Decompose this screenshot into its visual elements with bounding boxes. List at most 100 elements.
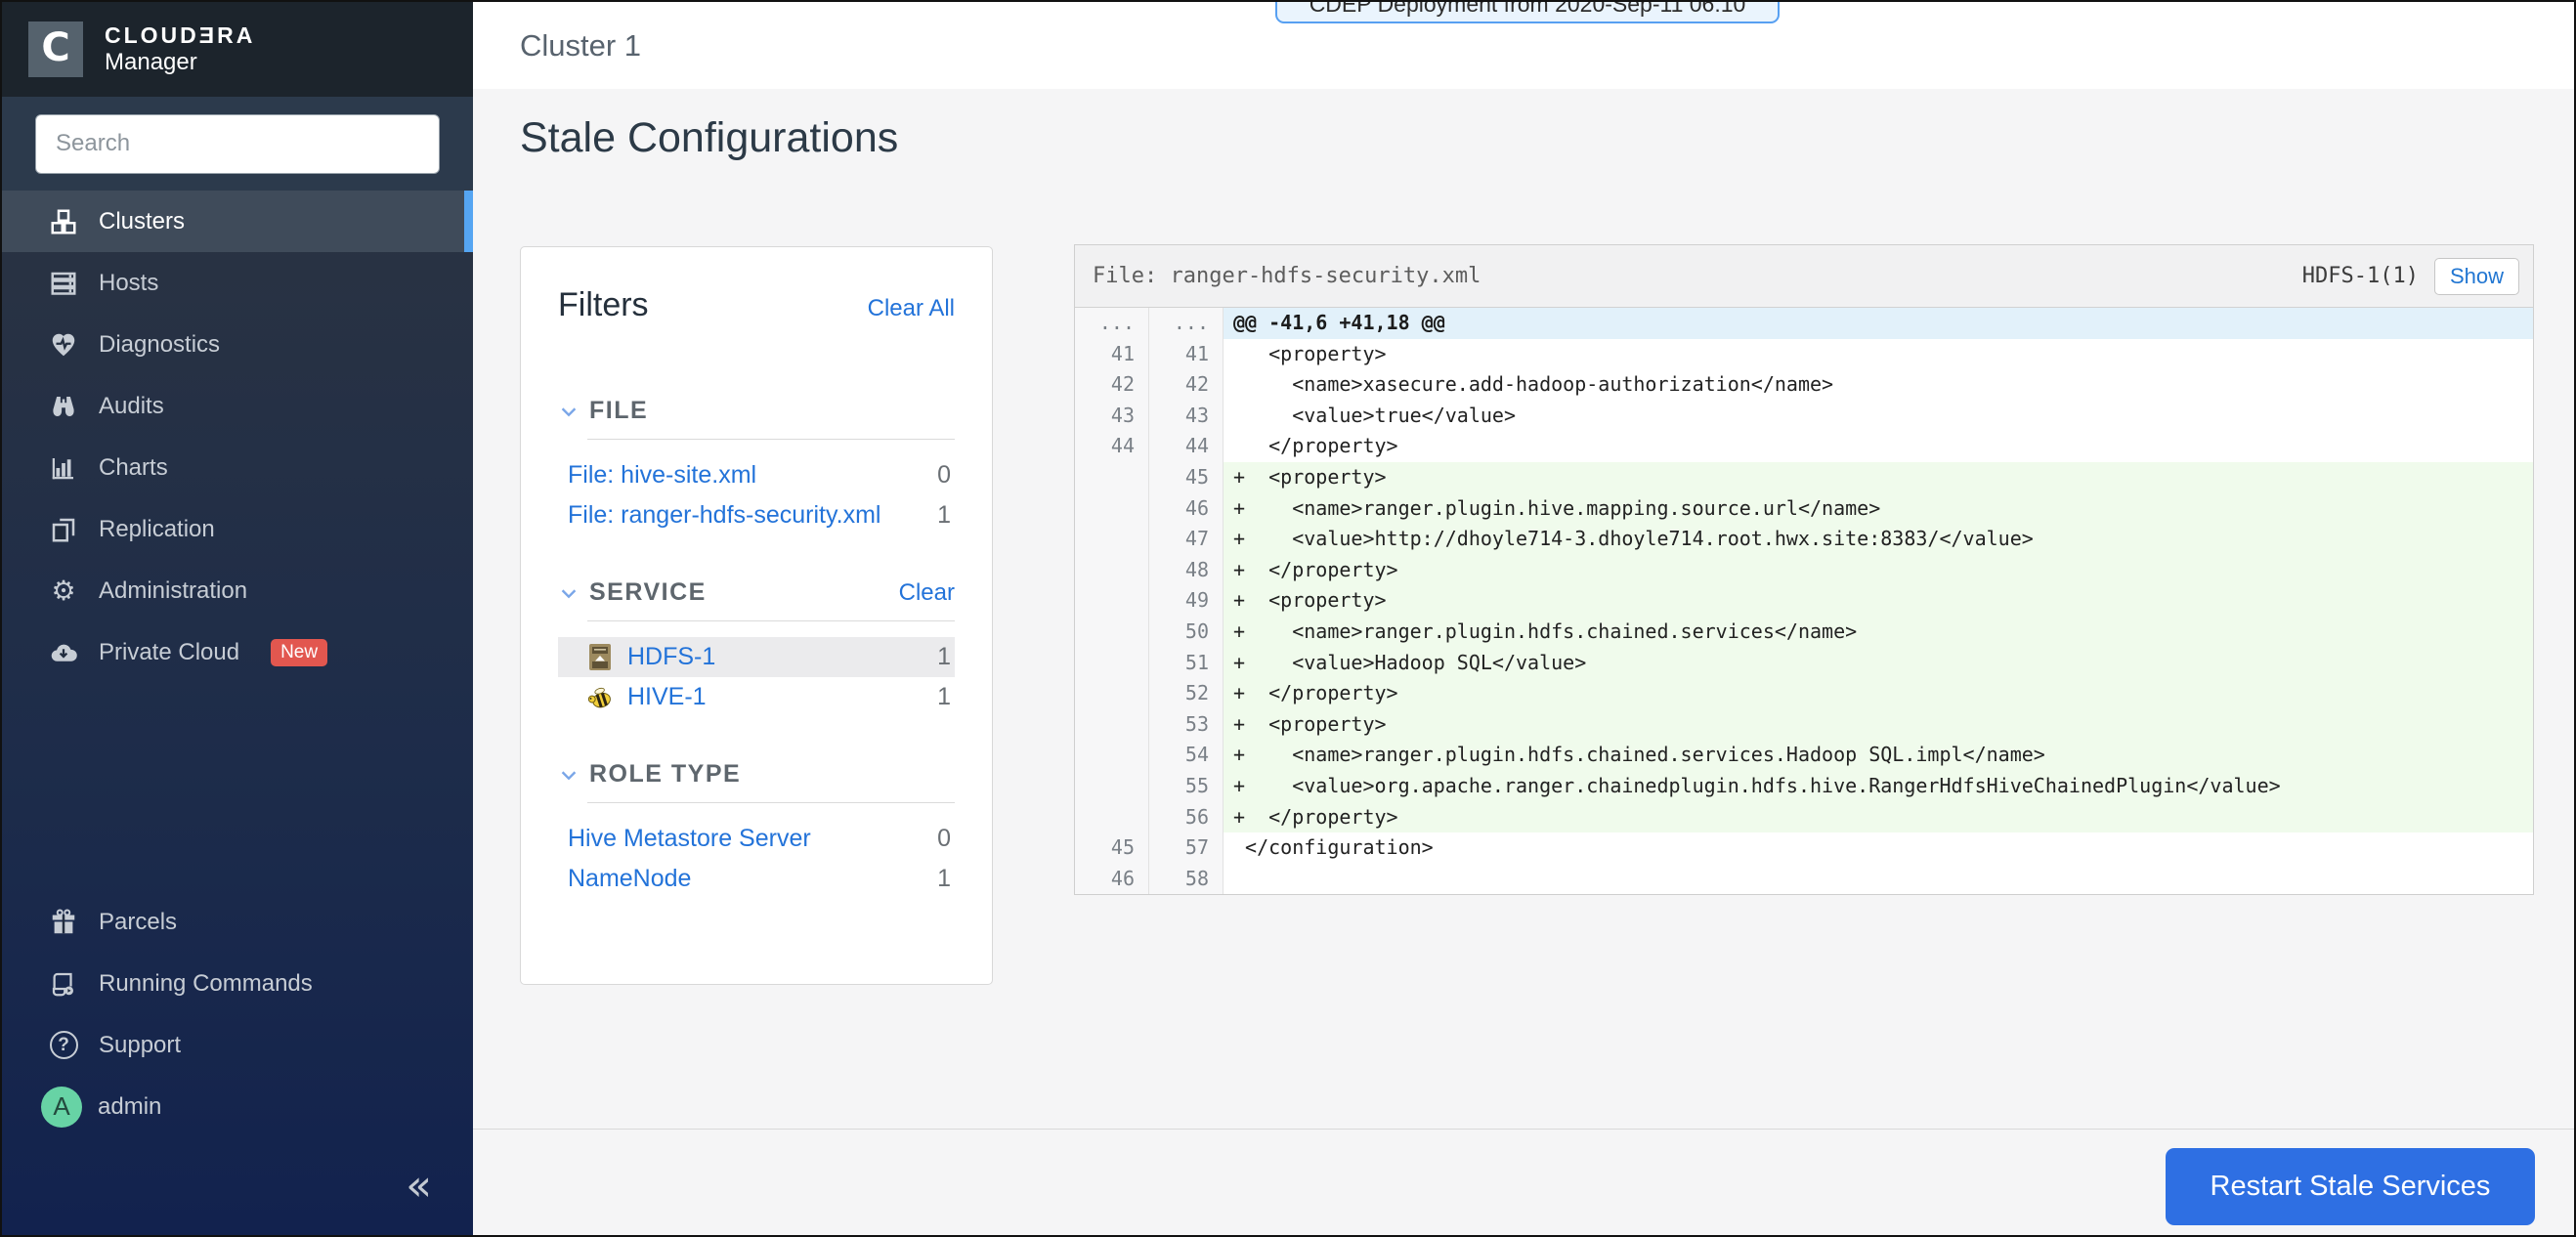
- sidebar-item-label: Support: [99, 1032, 181, 1059]
- collapse-sidebar-icon[interactable]: «: [406, 1165, 432, 1208]
- sidebar-item-private-cloud[interactable]: Private Cloud New: [2, 621, 473, 683]
- search-input[interactable]: [35, 114, 440, 174]
- filter-count: 1: [937, 501, 951, 530]
- filter-item: NameNode 1: [558, 859, 955, 899]
- diff-code: @@ -41,6 +41,18 @@: [1224, 308, 2533, 339]
- page-title: Stale Configurations: [520, 114, 898, 162]
- sidebar-item-charts[interactable]: Charts: [2, 437, 473, 498]
- sidebar-item-label: Running Commands: [99, 970, 313, 998]
- diff-row-added: 47+ <value>http://dhoyle714-3.dhoyle714.…: [1075, 524, 2533, 555]
- sidebar-item-admin[interactable]: A admin: [2, 1076, 473, 1137]
- filters-title: Filters: [558, 286, 649, 324]
- help-circle-icon: ?: [48, 1030, 79, 1061]
- sidebar-item-diagnostics[interactable]: Diagnostics: [2, 314, 473, 375]
- sidebar: C CLOUDƎRA Manager Clusters: [2, 2, 473, 1235]
- diff-new-lineno: 54: [1149, 740, 1224, 771]
- filter-link-ranger-hdfs-security[interactable]: File: ranger-hdfs-security.xml: [568, 501, 880, 530]
- sidebar-item-clusters[interactable]: Clusters: [2, 191, 473, 252]
- diff-code: + <property>: [1224, 709, 2533, 741]
- filter-link-hdfs-1[interactable]: HDFS-1: [627, 643, 715, 671]
- diff-old-lineno: 46: [1075, 864, 1149, 895]
- diff-old-lineno: 45: [1075, 832, 1149, 864]
- diff-new-lineno: 51: [1149, 648, 1224, 679]
- cloud-download-icon: [48, 637, 79, 668]
- chevron-down-icon[interactable]: [558, 764, 580, 786]
- diff-header: File: ranger-hdfs-security.xml HDFS-1(1)…: [1075, 245, 2533, 308]
- sidebar-item-label: Clusters: [99, 208, 185, 235]
- clear-all-link[interactable]: Clear All: [868, 295, 955, 322]
- diff-old-lineno: [1075, 585, 1149, 617]
- diff-table: ......@@ -41,6 +41,18 @@ 4141 <property>…: [1075, 308, 2533, 894]
- filter-link-hive-1[interactable]: HIVE-1: [627, 683, 707, 711]
- diff-new-lineno: 44: [1149, 431, 1224, 462]
- diff-row-added: 49+ <property>: [1075, 585, 2533, 617]
- diff-row-added: 51+ <value>Hadoop SQL</value>: [1075, 648, 2533, 679]
- diff-old-lineno: [1075, 802, 1149, 833]
- sidebar-item-replication[interactable]: Replication: [2, 498, 473, 560]
- sidebar-item-label: Charts: [99, 454, 168, 482]
- chevron-down-icon[interactable]: [558, 401, 580, 422]
- sidebar-footer: «: [2, 1137, 473, 1235]
- sidebar-item-support[interactable]: ? Support: [2, 1014, 473, 1076]
- filter-count: 1: [937, 865, 951, 893]
- diff-new-lineno: 57: [1149, 832, 1224, 864]
- chevron-down-icon[interactable]: [558, 582, 580, 604]
- diff-row: 4141 <property>: [1075, 339, 2533, 370]
- diff-code: <property>: [1224, 339, 2533, 370]
- charts-icon: [48, 452, 79, 484]
- clear-service-link[interactable]: Clear: [899, 579, 955, 607]
- filter-count: 1: [937, 643, 951, 671]
- sidebar-item-audits[interactable]: Audits: [2, 375, 473, 437]
- sidebar-item-running-commands[interactable]: Running Commands: [2, 953, 473, 1014]
- avatar: A: [41, 1087, 82, 1128]
- diff-row: 4557 </configuration>: [1075, 832, 2533, 864]
- diff-code: + <value>org.apache.ranger.chainedplugin…: [1224, 771, 2533, 802]
- filter-section-heading: SERVICE: [589, 578, 707, 607]
- brand-header: C CLOUDƎRA Manager: [2, 2, 473, 97]
- diff-new-lineno: 47: [1149, 524, 1224, 555]
- diff-new-lineno: 56: [1149, 802, 1224, 833]
- replication-icon: [48, 514, 79, 545]
- filter-link-hive-site[interactable]: File: hive-site.xml: [568, 461, 756, 490]
- diff-code: [1224, 864, 2533, 895]
- filter-section-file: FILE File: hive-site.xml 0 File: ranger-…: [558, 397, 955, 535]
- diff-old-lineno: 41: [1075, 339, 1149, 370]
- sidebar-item-label: Private Cloud: [99, 639, 239, 666]
- brand-product: Manager: [105, 49, 255, 76]
- sidebar-item-label: Diagnostics: [99, 331, 220, 359]
- diff-old-lineno: 42: [1075, 369, 1149, 401]
- diff-row-added: 56+ </property>: [1075, 802, 2533, 833]
- filter-link-hive-metastore-server[interactable]: Hive Metastore Server: [568, 825, 811, 853]
- diff-code: + </property>: [1224, 555, 2533, 586]
- filter-link-namenode[interactable]: NameNode: [568, 865, 691, 893]
- sidebar-item-administration[interactable]: ⚙ Administration: [2, 560, 473, 621]
- filter-count: 1: [937, 683, 951, 711]
- diff-old-lineno: 43: [1075, 401, 1149, 432]
- sidebar-nav: Clusters Hosts Diagnostics Audits: [2, 191, 473, 1235]
- filter-section-service: SERVICE Clear HDFS-1 1: [558, 578, 955, 717]
- diff-code: + <name>ranger.plugin.hive.mapping.sourc…: [1224, 493, 2533, 525]
- clusters-icon: [48, 206, 79, 237]
- diff-new-lineno: 43: [1149, 401, 1224, 432]
- brand-text: CLOUDƎRA Manager: [105, 22, 255, 75]
- sidebar-item-label: Administration: [99, 577, 247, 605]
- diff-code: + <name>ranger.plugin.hdfs.chained.servi…: [1224, 617, 2533, 648]
- sidebar-item-parcels[interactable]: Parcels: [2, 891, 473, 953]
- deployment-banner: CDEP Deployment from 2020-Sep-11 06:10: [1275, 0, 1780, 23]
- diff-code: <name>xasecure.add-hadoop-authorization<…: [1224, 369, 2533, 401]
- show-button[interactable]: Show: [2434, 258, 2519, 295]
- main-area: Cluster 1 CDEP Deployment from 2020-Sep-…: [473, 2, 2574, 1235]
- sidebar-item-label: Audits: [99, 393, 164, 420]
- sidebar-item-hosts[interactable]: Hosts: [2, 252, 473, 314]
- diff-old-lineno: [1075, 555, 1149, 586]
- restart-stale-services-button[interactable]: Restart Stale Services: [2166, 1148, 2535, 1225]
- diff-code: <value>true</value>: [1224, 401, 2533, 432]
- diff-row-added: 54+ <name>ranger.plugin.hdfs.chained.ser…: [1075, 740, 2533, 771]
- filter-item: Hive Metastore Server 0: [558, 819, 955, 859]
- diff-row-added: 48+ </property>: [1075, 555, 2533, 586]
- filter-section-role-type: ROLE TYPE Hive Metastore Server 0 NameNo…: [558, 760, 955, 899]
- diff-old-lineno: 44: [1075, 431, 1149, 462]
- diff-code: + <name>ranger.plugin.hdfs.chained.servi…: [1224, 740, 2533, 771]
- diff-row-added: 45+ <property>: [1075, 462, 2533, 493]
- diagnostics-icon: [48, 329, 79, 361]
